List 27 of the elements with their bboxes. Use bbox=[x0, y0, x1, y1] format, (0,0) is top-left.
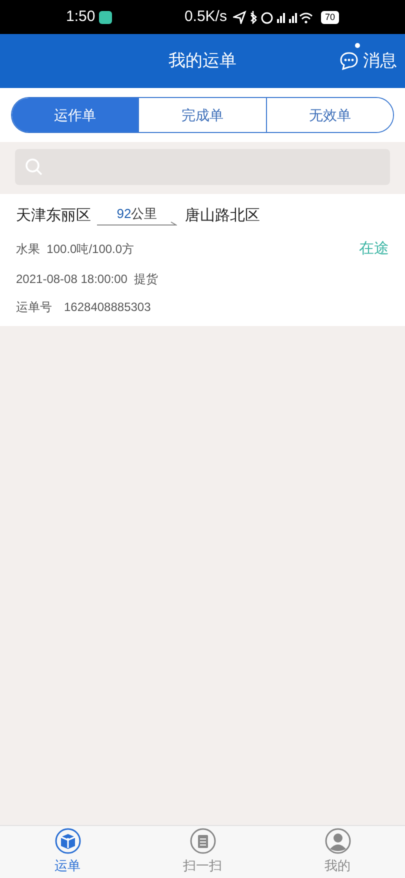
nav-tab[interactable]: 我的 bbox=[270, 826, 405, 878]
pickup-time: 2021-08-08 18:00:00 提货 bbox=[16, 271, 160, 288]
page-title: 我的运单 bbox=[168, 50, 236, 72]
distance-value: 92 bbox=[116, 206, 132, 222]
clipboard-icon bbox=[190, 828, 216, 854]
cargo-info: 水果 100.0吨/100.0方 bbox=[16, 240, 134, 258]
search-icon bbox=[25, 158, 43, 176]
nav-tab[interactable]: 扫一扫 bbox=[135, 826, 270, 878]
nav-tab[interactable]: 运单 bbox=[0, 826, 135, 878]
app-notification-icon bbox=[99, 10, 112, 24]
destination-city: 唐山路北区 bbox=[185, 206, 260, 226]
waybill-number: 1628408885303 bbox=[64, 299, 151, 316]
order-status: 在途 bbox=[359, 238, 389, 258]
tab[interactable]: 无效单 bbox=[266, 98, 393, 132]
message-button[interactable]: 消息 bbox=[339, 48, 397, 74]
search-field[interactable] bbox=[15, 149, 390, 185]
origin-city: 天津东丽区 bbox=[16, 206, 91, 226]
chat-bubble-icon bbox=[339, 50, 359, 71]
user-avatar-icon bbox=[324, 828, 350, 854]
battery-indicator: 70 bbox=[320, 10, 339, 24]
box-icon bbox=[54, 828, 80, 854]
order-card[interactable]: 天津东丽区 92公里 唐山路北区 水果 100.0吨/100.0方 在途 2021-08-08 18:00:00 提货 运单号 1628408885303 bbox=[0, 194, 405, 326]
distance-unit: 公里 bbox=[131, 206, 158, 222]
status-time: 1:50 bbox=[66, 6, 96, 27]
tab[interactable]: 运作单 bbox=[12, 98, 138, 132]
network-speed: 0.5K/s bbox=[184, 6, 227, 27]
waybill-label: 运单号 bbox=[16, 299, 52, 316]
